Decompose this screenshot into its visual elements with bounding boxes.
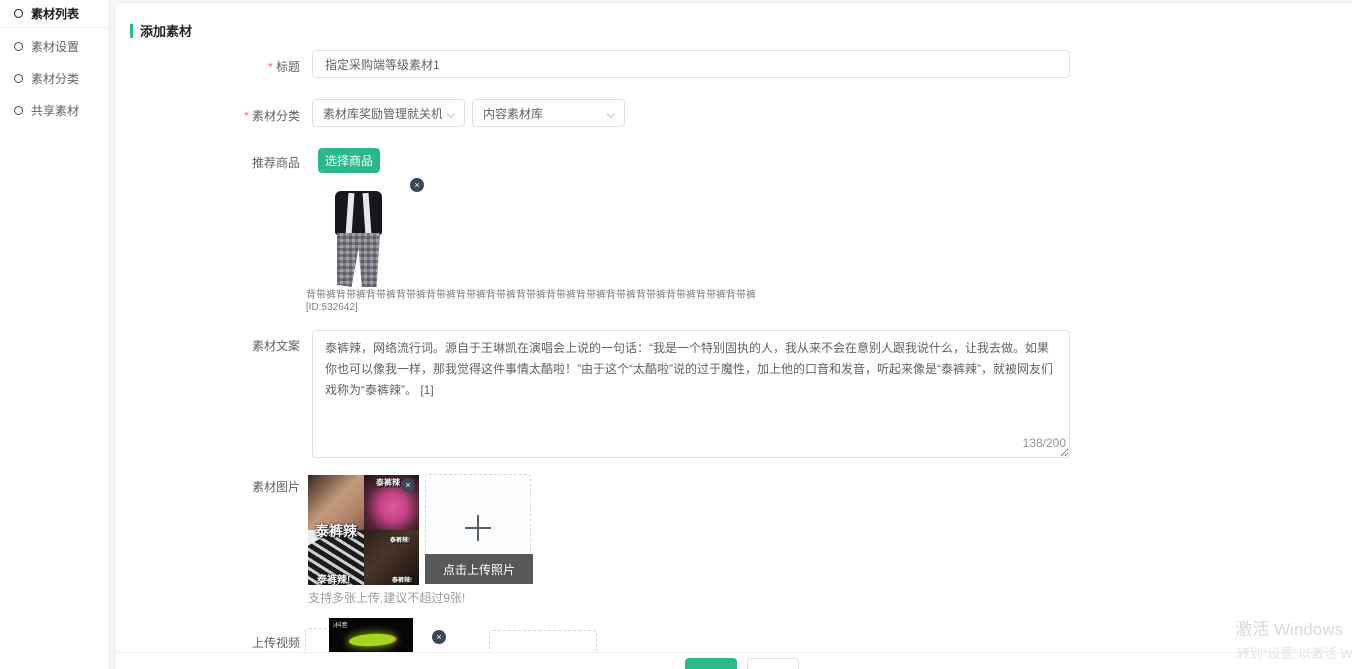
sidebar-item-label: 素材列表 xyxy=(31,5,79,22)
category-select-1[interactable]: 素材库奖励管理就关机拉了' xyxy=(312,99,465,127)
copy-label: 素材文案 xyxy=(116,337,300,354)
remove-video-icon[interactable]: × xyxy=(432,630,446,644)
title-label: 标题 xyxy=(116,58,300,75)
title-input[interactable] xyxy=(312,50,1070,78)
chevron-down-icon xyxy=(608,111,615,118)
accent-bar xyxy=(130,24,133,38)
upload-photo-box[interactable]: 点击上传照片 xyxy=(425,474,531,584)
radio-circle-icon xyxy=(14,42,23,51)
video-upload-box-2[interactable] xyxy=(489,630,597,654)
product-image xyxy=(327,185,390,290)
sidebar-item-material-settings[interactable]: 素材设置 xyxy=(0,32,108,60)
submit-button[interactable] xyxy=(685,658,737,669)
category-label: 素材分类 xyxy=(116,107,300,124)
sidebar: 素材列表 素材设置 素材分类 共享素材 xyxy=(0,0,108,669)
radio-circle-icon xyxy=(14,106,23,115)
sidebar-item-label: 素材设置 xyxy=(31,38,79,55)
video-label: 上传视频 xyxy=(116,634,300,651)
plus-icon xyxy=(465,515,491,541)
sidebar-item-material-category[interactable]: 素材分类 xyxy=(0,64,108,92)
images-hint: 支持多张上传,建议不超过9张! xyxy=(308,589,465,606)
remove-image-icon[interactable]: × xyxy=(401,478,415,492)
cancel-button[interactable] xyxy=(747,658,799,669)
product-image-top xyxy=(335,191,382,235)
uploaded-image-thumbnail[interactable]: 泰裤辣 泰裤辣 泰裤辣! 泰裤辣! 泰裤辣! xyxy=(308,475,419,585)
product-label: 推荐商品 xyxy=(116,154,300,171)
uploaded-video-thumbnail[interactable]: ♪抖音 xyxy=(329,618,413,654)
video-logo: 抖音 xyxy=(336,623,348,629)
sidebar-item-label: 共享素材 xyxy=(31,102,79,119)
product-id: [ID:532642] xyxy=(306,302,358,313)
radio-circle-icon xyxy=(14,9,23,18)
sidebar-item-material-list[interactable]: 素材列表 xyxy=(0,0,108,28)
copy-textarea[interactable]: 泰裤辣，网络流行词。源自于王琳凯在演唱会上说的一句话：“我是一个特别固执的人，我… xyxy=(312,330,1070,458)
upload-photo-button[interactable]: 点击上传照片 xyxy=(425,554,533,584)
main-panel: 添加素材 标题 素材分类 素材库奖励管理就关机拉了' 内容素材库 推荐商品 选择… xyxy=(116,4,1352,669)
images-label: 素材图片 xyxy=(116,478,300,495)
page-title: 添加素材 xyxy=(130,21,192,40)
category-select-2[interactable]: 内容素材库 xyxy=(472,99,625,127)
chevron-down-icon xyxy=(448,111,455,118)
remove-product-icon[interactable]: × xyxy=(410,178,424,192)
product-name: 背带裤背带裤背带裤背带裤背带裤背带裤背带裤背带裤背带裤背带裤背带裤背带裤背带裤背… xyxy=(306,290,786,301)
choose-product-button[interactable]: 选择商品 xyxy=(318,148,380,173)
sidebar-item-label: 素材分类 xyxy=(31,70,79,87)
radio-circle-icon xyxy=(14,74,23,83)
product-image-pants xyxy=(337,233,380,287)
video-frame-graphic xyxy=(349,633,396,647)
footer-action-bar xyxy=(116,652,1352,669)
sidebar-item-shared-material[interactable]: 共享素材 xyxy=(0,96,108,124)
